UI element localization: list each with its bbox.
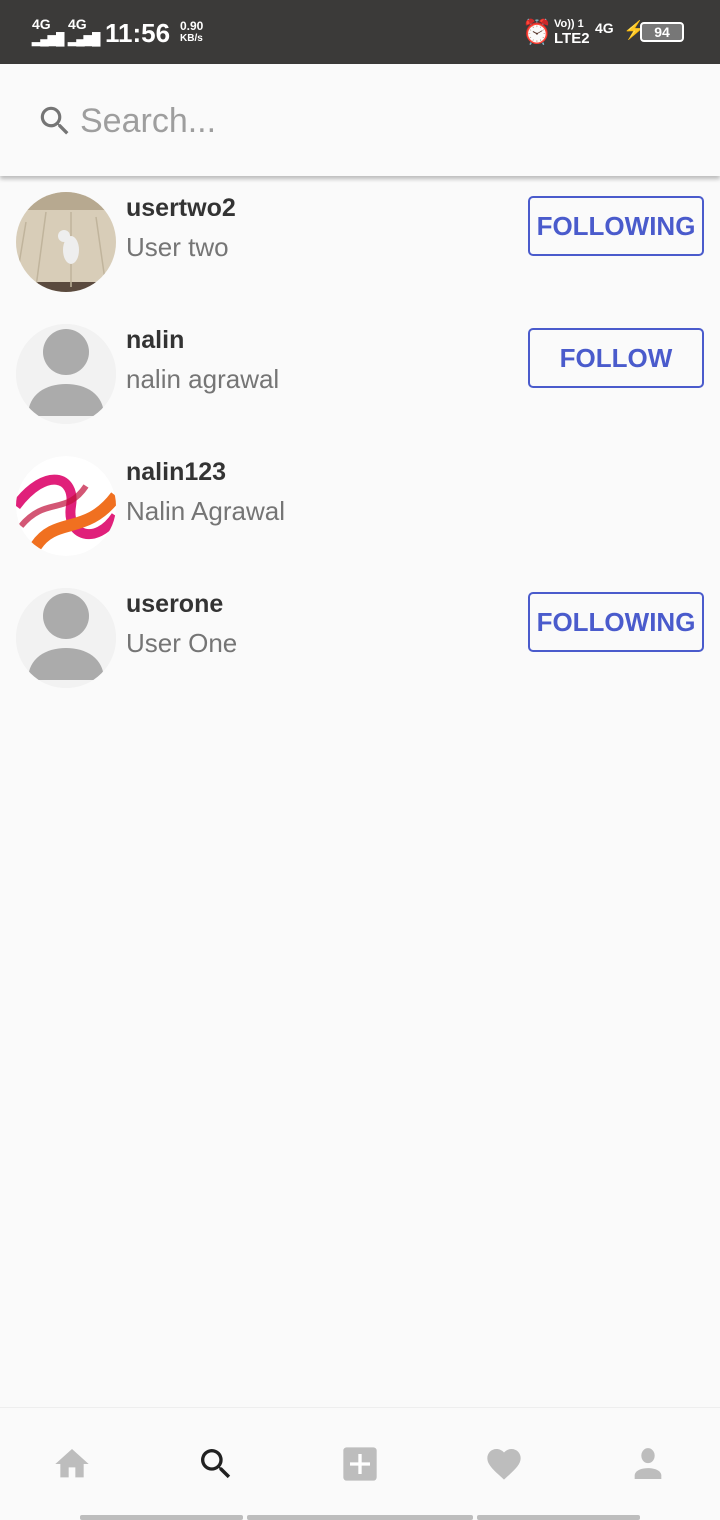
user-list-item[interactable]: userone User One FOLLOWING [0, 572, 720, 704]
signal-2: 4G [68, 16, 87, 32]
add-icon[interactable] [340, 1444, 380, 1484]
following-button[interactable]: FOLLOWING [528, 592, 704, 652]
username[interactable]: userone [126, 590, 223, 619]
net-speed-unit: KB/s [180, 33, 203, 44]
avatar[interactable] [16, 324, 116, 424]
bottom-nav [0, 1407, 720, 1520]
battery-icon: 94 [640, 22, 684, 42]
gesture-bar [247, 1515, 473, 1520]
username[interactable]: usertwo2 [126, 194, 236, 223]
user-list-item[interactable]: nalin123 Nalin Agrawal [0, 440, 720, 572]
full-name: User One [126, 628, 238, 658]
search-icon [40, 106, 69, 135]
home-icon[interactable] [52, 1444, 92, 1484]
user-list-item[interactable]: usertwo2 User two FOLLOWING [0, 176, 720, 308]
network-type: 4G [595, 20, 614, 36]
search-bar [0, 64, 720, 176]
username[interactable]: nalin123 [126, 458, 226, 487]
full-name: nalin agrawal [126, 364, 280, 394]
status-bar: 4G ▂▄▆█ 4G ▂▄▆█ 11:56 0.90 KB/s ⏰ Vo)) 1… [0, 0, 720, 64]
search-input[interactable] [80, 98, 680, 144]
gesture-bar [80, 1515, 243, 1520]
lte: LTE2 [554, 30, 590, 47]
volte: Vo)) 1 [554, 18, 584, 30]
username[interactable]: nalin [126, 326, 184, 355]
search-icon[interactable] [196, 1444, 236, 1484]
avatar[interactable] [16, 192, 116, 292]
following-button[interactable]: FOLLOWING [528, 196, 704, 256]
avatar[interactable] [16, 588, 116, 688]
battery-level: 94 [654, 24, 670, 40]
gesture-bar [477, 1515, 640, 1520]
heart-icon[interactable] [484, 1444, 524, 1484]
alarm-icon: ⏰ [522, 19, 552, 46]
full-name: User two [126, 232, 229, 262]
clock: 11:56 [105, 18, 171, 48]
user-list-item[interactable]: nalin nalin agrawal FOLLOW [0, 308, 720, 440]
signal-bars-icon: ▂▄▆█ [32, 32, 64, 46]
avatar[interactable] [16, 456, 116, 556]
signal-bars-icon: ▂▄▆█ [68, 32, 100, 46]
net-speed: 0.90 [180, 19, 204, 33]
full-name: Nalin Agrawal [126, 496, 285, 526]
signal-1: 4G [32, 16, 51, 32]
follow-button[interactable]: FOLLOW [528, 328, 704, 388]
profile-icon[interactable] [628, 1444, 668, 1484]
